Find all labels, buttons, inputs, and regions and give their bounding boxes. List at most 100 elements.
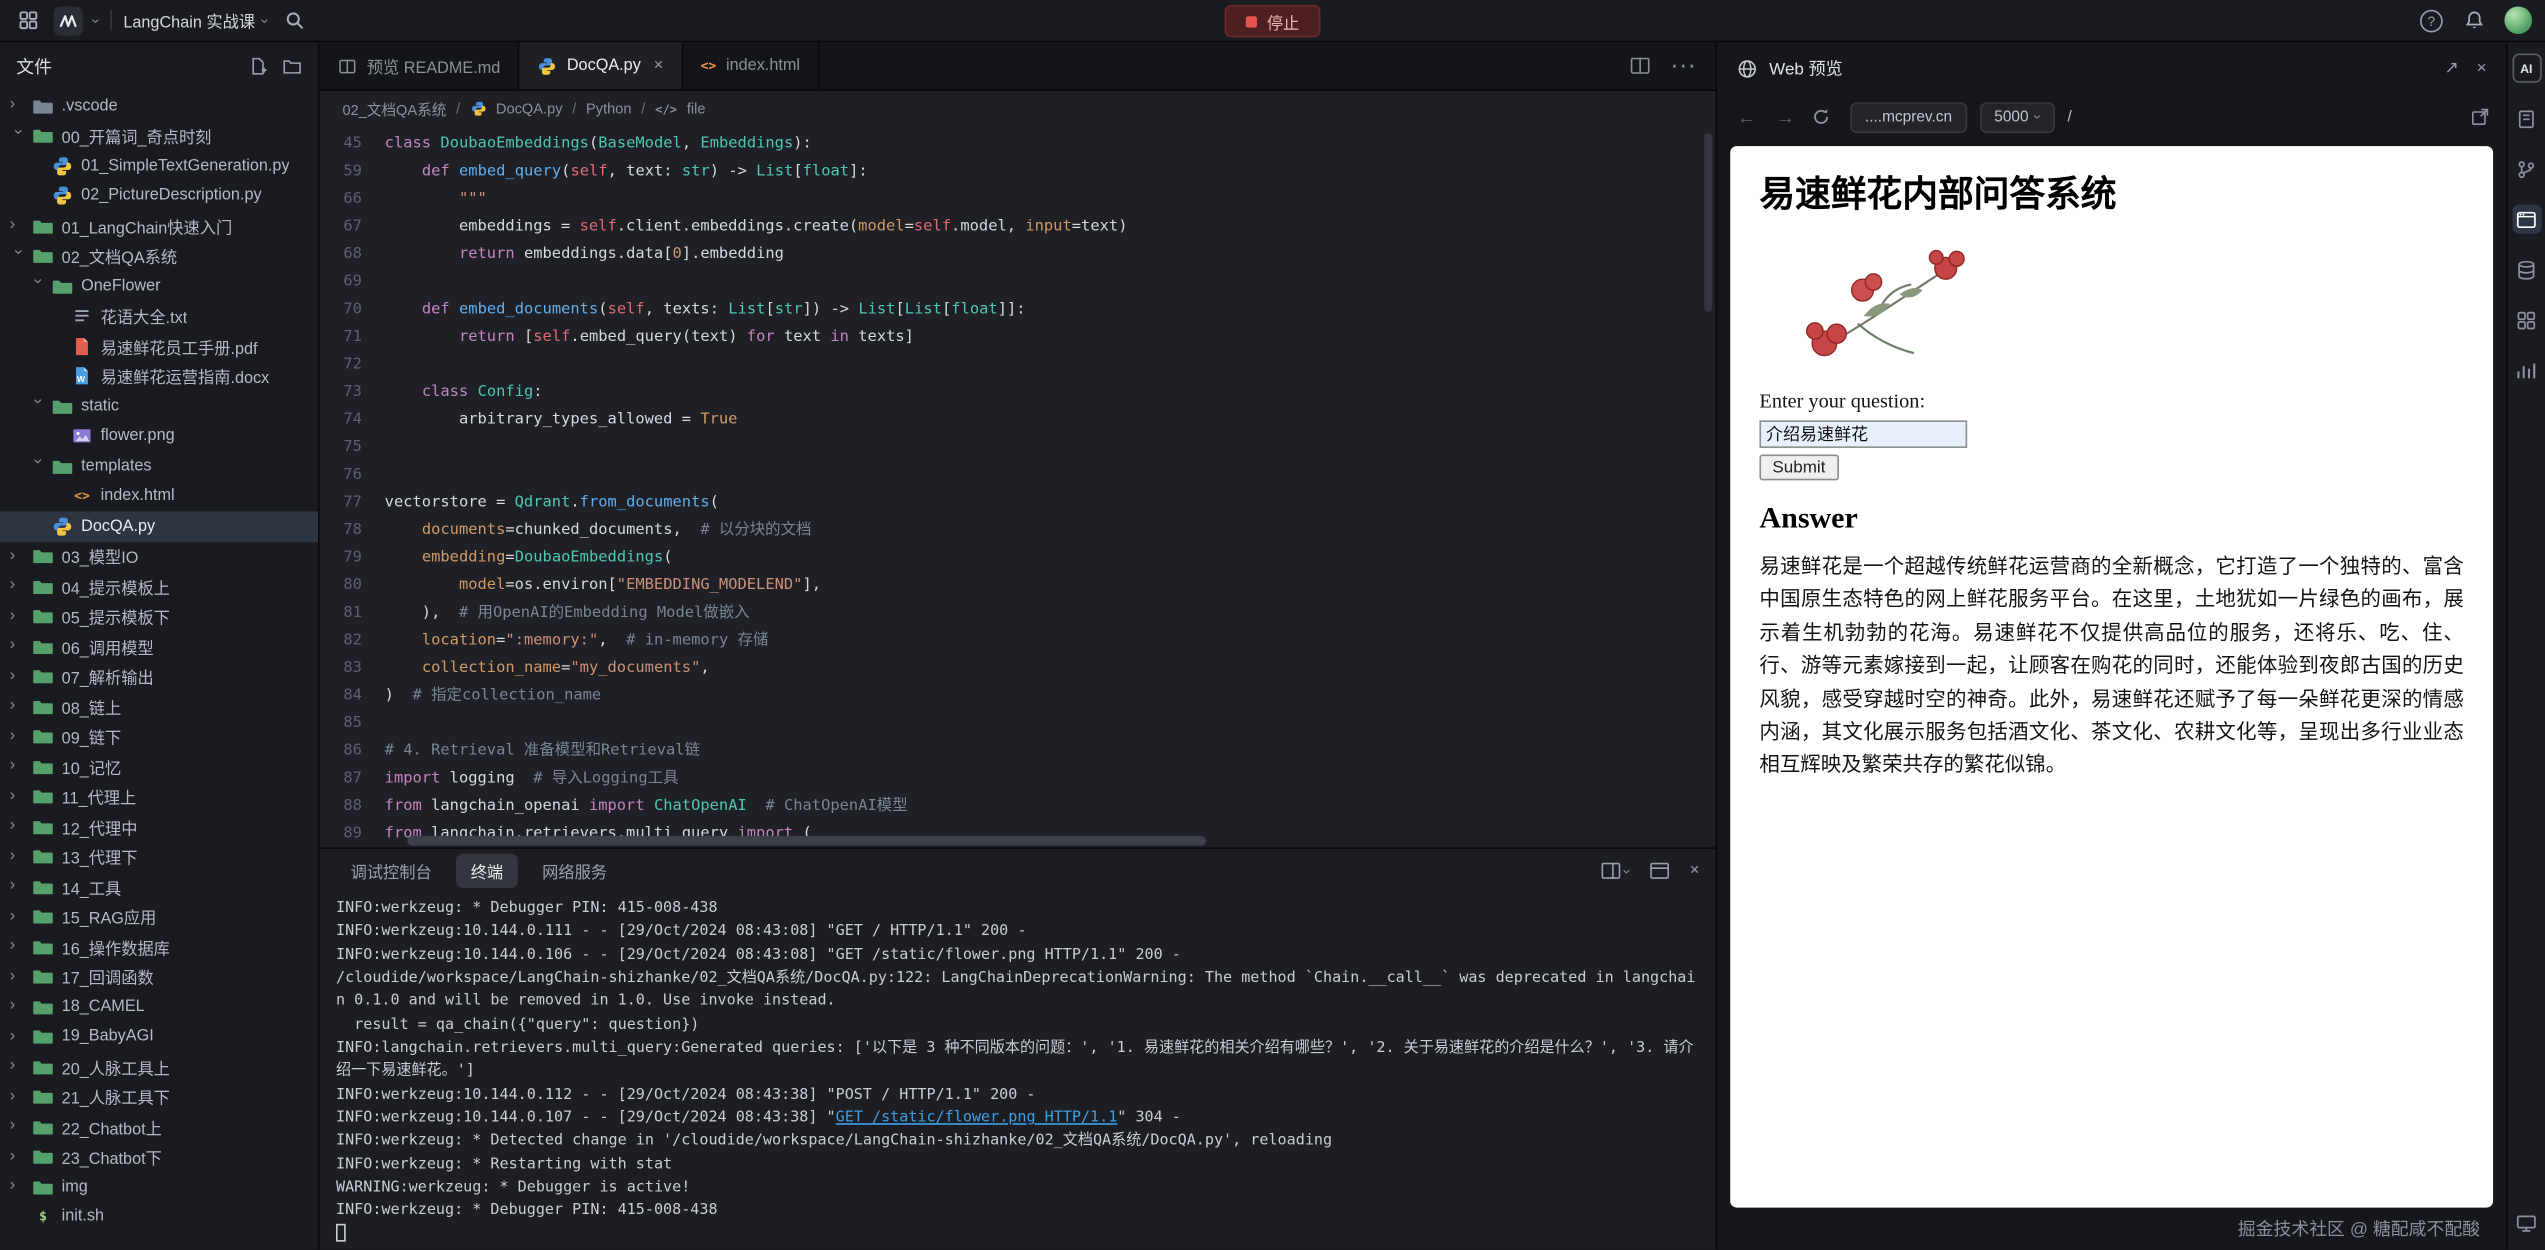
breadcrumb-folder[interactable]: 02_文档QA系统 [342,98,446,119]
code-line[interactable]: 75 [320,433,1716,461]
more-actions-icon[interactable]: ··· [1670,51,1696,80]
tree-item[interactable]: ›03_模型IO [0,541,318,571]
extensions-icon[interactable] [2512,305,2541,334]
code-line[interactable]: 79 embedding=DoubaoEmbeddings( [320,544,1716,572]
chevron-down-icon[interactable]: › [88,18,104,23]
tree-item[interactable]: ›20_人脉工具上 [0,1052,318,1082]
tree-item[interactable]: ›13_代理下 [0,842,318,872]
web-preview-icon[interactable] [2512,205,2541,234]
tab-docqa-py[interactable]: DocQA.py × [520,42,683,89]
tree-item[interactable]: ›06_调用模型 [0,631,318,661]
user-avatar[interactable] [2504,6,2532,34]
code-line[interactable]: 81 ), # 用OpenAI的Embedding Model做嵌入 [320,599,1716,627]
code-line[interactable]: 66 """ [320,185,1716,213]
url-input[interactable]: ....mcprev.cn [1850,101,1966,132]
new-folder-icon[interactable] [282,57,301,76]
tree-item[interactable]: ›07_解析输出 [0,661,318,691]
tree-item[interactable]: ›05_提示模板下 [0,601,318,631]
tree-item[interactable]: ›23_Chatbot下 [0,1142,318,1172]
tree-item[interactable]: ›15_RAG应用 [0,902,318,932]
open-in-browser-icon[interactable] [2470,107,2489,126]
tree-item[interactable]: ›09_链下 [0,721,318,751]
code-line[interactable]: 70 def embed_documents(self, texts: List… [320,295,1716,323]
tree-item[interactable]: 01_SimpleTextGeneration.py [0,151,318,181]
code-line[interactable]: 78 documents=chunked_documents, # 以分块的文档 [320,516,1716,544]
code-line[interactable]: 84) # 指定collection_name [320,682,1716,710]
tree-item[interactable]: ›18_CAMEL [0,992,318,1022]
code-line[interactable]: 72 [320,351,1716,379]
code-line[interactable]: 85 [320,709,1716,737]
tree-item[interactable]: 02_PictureDescription.py [0,181,318,211]
tab-terminal[interactable]: 终端 [456,854,518,888]
tree-item[interactable]: ›.vscode [0,91,318,121]
ai-assistant-button[interactable]: AI [2512,54,2541,83]
search-icon[interactable] [279,6,308,35]
tree-item[interactable]: ›img [0,1172,318,1202]
code-line[interactable]: 74 arbitrary_types_allowed = True [320,406,1716,434]
submit-button[interactable]: Submit [1759,454,1838,480]
help-icon[interactable]: ? [2420,9,2443,32]
forward-icon[interactable]: → [1772,106,1798,129]
tree-item[interactable]: ›01_LangChain快速入门 [0,211,318,241]
refresh-icon[interactable] [1811,107,1837,126]
code-line[interactable]: 83 collection_name="my_documents", [320,654,1716,682]
tree-item[interactable]: ›16_操作数据库 [0,932,318,962]
vm-monitor-icon[interactable] [2512,1208,2541,1237]
tab-debug-console[interactable]: 调试控制台 [336,854,446,888]
tree-item[interactable]: ›21_人脉工具下 [0,1082,318,1112]
url-path[interactable]: / [2068,108,2072,126]
tree-item[interactable]: ›12_代理中 [0,812,318,842]
tree-item[interactable]: ›19_BabyAGI [0,1022,318,1052]
code-line[interactable]: 80 model=os.environ["EMBEDDING_MODELEND"… [320,571,1716,599]
bell-icon[interactable] [2459,6,2488,35]
tree-item[interactable]: DocQA.py [0,511,318,541]
stop-button[interactable]: 停止 [1225,5,1321,37]
code-line[interactable]: 69 [320,268,1716,296]
breadcrumb-file[interactable]: DocQA.py [496,101,563,117]
code-line[interactable]: 45class DoubaoEmbeddings(BaseModel, Embe… [320,130,1716,158]
tab-network-service[interactable]: 网络服务 [528,854,622,888]
tree-item[interactable]: ›17_回调函数 [0,962,318,992]
tree-item[interactable]: ›00_开篇词_奇点时刻 [0,121,318,151]
tab-index-html[interactable]: <> index.html [683,42,820,89]
tree-item[interactable]: ›04_提示模板上 [0,571,318,601]
vertical-scrollbar[interactable] [1704,133,1712,312]
tree-item[interactable]: ›OneFlower [0,271,318,301]
app-logo[interactable] [54,6,83,35]
split-editor-icon[interactable] [1630,55,1651,76]
tree-item[interactable]: ›templates [0,451,318,481]
question-input[interactable] [1759,420,1967,448]
tree-item[interactable]: W易速鲜花运营指南.docx [0,361,318,391]
terminal-output[interactable]: INFO:werkzeug: * Debugger PIN: 415-008-4… [320,893,1716,1250]
code-line[interactable]: 71 return [self.embed_query(text) for te… [320,323,1716,351]
new-file-icon[interactable] [248,57,267,76]
code-line[interactable]: 76 [320,461,1716,489]
back-icon[interactable]: ← [1733,106,1759,129]
tree-item[interactable]: flower.png [0,421,318,451]
open-external-icon[interactable]: ↗ [2444,58,2458,77]
code-line[interactable]: 86# 4. Retrieval 准备模型和Retrieval链 [320,737,1716,765]
close-panel-icon[interactable]: × [1690,862,1699,880]
code-editor[interactable]: 45class DoubaoEmbeddings(BaseModel, Embe… [320,127,1716,848]
horizontal-scrollbar[interactable] [407,836,1206,846]
code-line[interactable]: 73 class Config: [320,378,1716,406]
tree-item[interactable]: ›22_Chatbot上 [0,1112,318,1142]
database-icon[interactable] [2512,255,2541,284]
apps-grid-icon[interactable] [13,6,42,35]
source-control-icon[interactable] [2512,154,2541,183]
code-line[interactable]: 88from langchain_openai import ChatOpenA… [320,792,1716,820]
tree-item[interactable]: ›11_代理上 [0,782,318,812]
tree-item[interactable]: <>index.html [0,481,318,511]
tree-item[interactable]: 易速鲜花员工手册.pdf [0,331,318,361]
terminal-prompt[interactable] [336,1224,1699,1247]
tree-item[interactable]: ›static [0,391,318,421]
tree-item[interactable]: ›14_工具 [0,872,318,902]
port-select[interactable]: 5000 › [1980,101,2055,132]
panel-layout-icon[interactable]: › [1601,860,1630,881]
code-line[interactable]: 77vectorstore = Qdrant.from_documents( [320,489,1716,517]
code-line[interactable]: 68 return embeddings.data[0].embedding [320,240,1716,268]
tree-item[interactable]: ›10_记忆 [0,751,318,781]
tree-item[interactable]: ›08_链上 [0,691,318,721]
code-line[interactable]: 67 embeddings = self.client.embeddings.c… [320,213,1716,241]
breadcrumb-symbol[interactable]: file [687,101,706,117]
